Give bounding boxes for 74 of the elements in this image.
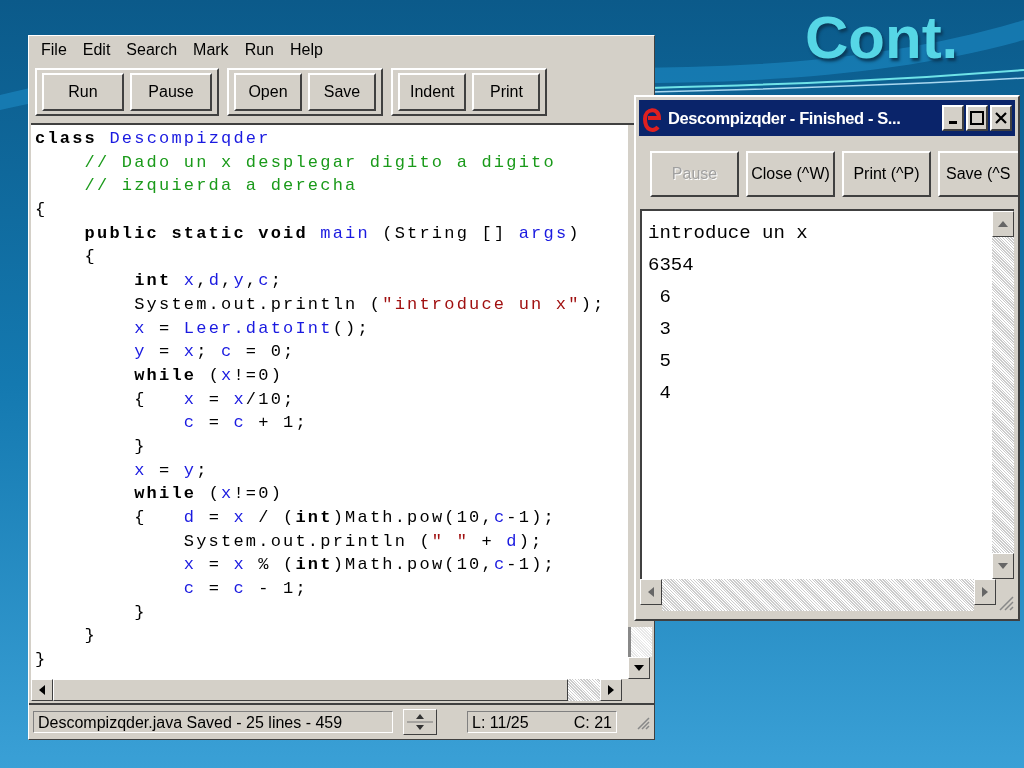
console-line: 4 xyxy=(658,381,672,406)
vertical-scrollbar[interactable] xyxy=(992,211,1014,579)
maximize-icon xyxy=(970,111,984,125)
console-line: 5 xyxy=(658,349,672,374)
scroll-right-button[interactable] xyxy=(600,679,622,701)
column-indicator: C: 21 xyxy=(573,713,612,732)
toolbar-button[interactable]: Run xyxy=(42,73,124,111)
code-line: // Dado un x desplegar digito a digito xyxy=(83,151,556,174)
menu-item[interactable]: Mark xyxy=(185,41,237,59)
output-button[interactable]: Save (^S xyxy=(938,151,1018,197)
toolbar-button[interactable]: Open xyxy=(234,73,302,111)
scrollbar-thumb[interactable] xyxy=(53,679,568,701)
menu-item[interactable]: Help xyxy=(282,41,331,59)
console-line: 3 xyxy=(658,317,672,342)
toolbar-button[interactable]: Save xyxy=(308,73,376,111)
code-line: System.out.println ("introduce un x"); xyxy=(133,293,606,316)
code-line: y = x; c = 0; xyxy=(133,341,296,364)
scroll-down-button[interactable] xyxy=(628,657,650,679)
code-line: while (x!=0) xyxy=(133,483,284,506)
minimize-icon xyxy=(949,120,957,124)
right-arrow-icon xyxy=(982,587,988,597)
code-line: } xyxy=(35,649,48,672)
menu-item[interactable]: Run xyxy=(236,41,282,59)
code-line: { d = x / (int)Math.pow(10,c-1); xyxy=(133,507,556,529)
horizontal-scrollbar[interactable] xyxy=(640,579,1014,611)
console-line: introduce un x xyxy=(648,221,809,246)
code-line: c = c - 1; xyxy=(182,578,308,601)
menu-item[interactable]: File xyxy=(33,41,75,59)
up-arrow-icon xyxy=(998,221,1008,227)
close-button[interactable] xyxy=(990,105,1012,131)
console-line: 6354 xyxy=(648,253,695,278)
scroll-right-button[interactable] xyxy=(974,579,996,605)
left-arrow-icon xyxy=(39,685,45,695)
down-arrow-icon xyxy=(998,563,1008,569)
code-line: } xyxy=(133,435,147,458)
output-button[interactable]: Close (^W) xyxy=(746,151,835,197)
code-line: while (x!=0) xyxy=(133,364,284,387)
slide-title: Cont. xyxy=(805,3,959,73)
code-line: System.out.println (" " + d); xyxy=(182,530,544,553)
left-arrow-icon xyxy=(648,587,654,597)
code-line: { x = x/10; xyxy=(133,388,296,411)
close-icon xyxy=(995,112,1007,124)
scroll-up-button[interactable] xyxy=(992,211,1014,237)
code-line: x = x % (int)Math.pow(10,c-1); xyxy=(182,554,556,577)
maximize-button[interactable] xyxy=(966,105,988,131)
toolbar-button[interactable]: Pause xyxy=(130,73,212,111)
status-message: Descompizqder.java Saved - 25 lines - 459 xyxy=(33,711,393,733)
code-line: // izquierda a derecha xyxy=(83,175,358,198)
toolbar-button[interactable]: Indent xyxy=(398,73,467,111)
spinner-control[interactable] xyxy=(403,709,437,735)
scroll-left-button[interactable] xyxy=(640,579,662,605)
down-arrow-icon xyxy=(634,665,644,671)
code-area[interactable] xyxy=(31,125,628,679)
line-indicator: L: 11/25 xyxy=(472,713,529,732)
window-title: Descompizqder - Finished - S... xyxy=(668,108,902,128)
output-button[interactable]: Print (^P) xyxy=(842,151,931,197)
code-line: c = c + 1; xyxy=(182,412,308,435)
code-line: public static void main (String [] args) xyxy=(83,222,581,245)
code-line: } xyxy=(133,601,147,624)
menu-item[interactable]: Edit xyxy=(74,41,119,59)
toolbar-button[interactable]: Print xyxy=(472,73,541,111)
code-line: { xyxy=(83,246,97,269)
console-line: 6 xyxy=(658,285,672,310)
scroll-down-button[interactable] xyxy=(992,553,1014,579)
code-line: int x,d,y,c; xyxy=(133,270,284,293)
code-line: } xyxy=(83,625,97,648)
scroll-left-button[interactable] xyxy=(31,679,53,701)
code-line: { xyxy=(35,199,48,222)
code-line: class Descompizqder xyxy=(35,128,271,150)
code-line: x = y; xyxy=(133,459,209,482)
menu-item[interactable]: Search xyxy=(118,41,186,59)
right-arrow-icon xyxy=(608,685,614,695)
code-line: x = Leer.datoInt(); xyxy=(133,317,370,340)
minimize-button[interactable] xyxy=(942,105,964,131)
